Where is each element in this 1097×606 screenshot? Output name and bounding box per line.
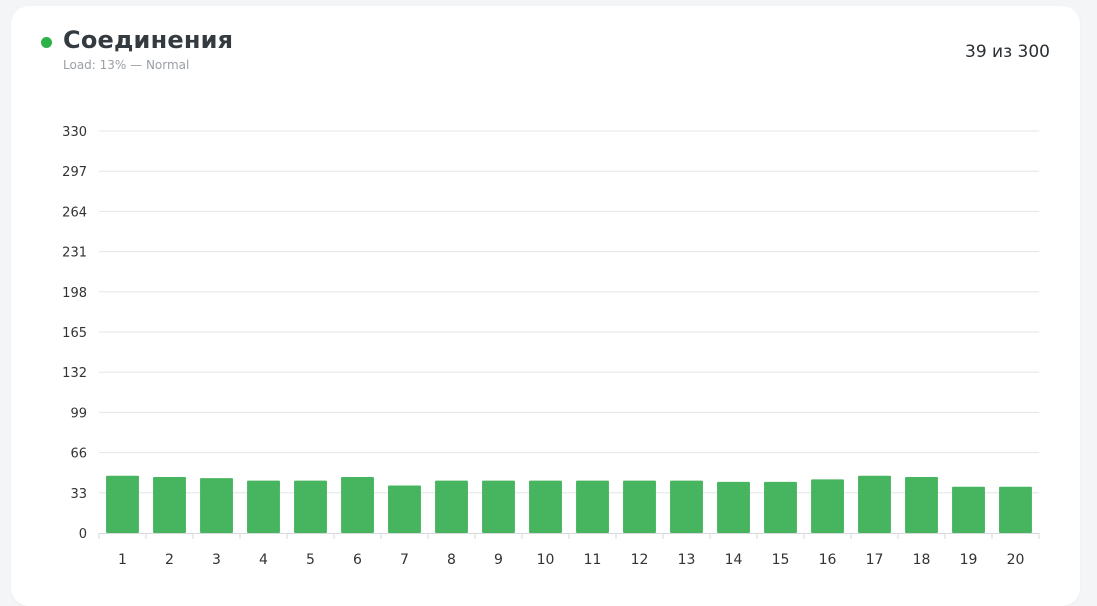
x-tick-label: 12 <box>631 552 649 568</box>
bar <box>999 486 1032 533</box>
x-tick-label: 20 <box>1007 552 1025 568</box>
bar <box>717 481 750 533</box>
bar <box>482 480 515 533</box>
bar <box>294 480 327 533</box>
bar <box>576 480 609 533</box>
bar <box>858 475 891 533</box>
x-tick-label: 2 <box>165 552 174 568</box>
x-tick-label: 6 <box>353 552 362 568</box>
x-tick-label: 18 <box>913 552 931 568</box>
x-tick-label: 10 <box>537 552 555 568</box>
bar <box>200 478 233 533</box>
x-tick-label: 9 <box>494 552 503 568</box>
x-tick-label: 13 <box>678 552 696 568</box>
bar <box>670 480 703 533</box>
y-tick-label: 66 <box>70 447 87 462</box>
x-tick-label: 5 <box>306 552 315 568</box>
bar <box>811 479 844 533</box>
x-tick-label: 15 <box>772 552 790 568</box>
x-tick-label: 3 <box>212 552 221 568</box>
bar <box>623 480 656 533</box>
x-tick-label: 14 <box>725 552 743 568</box>
y-tick-label: 231 <box>62 246 87 261</box>
x-tick-label: 16 <box>819 552 837 568</box>
bar <box>341 476 374 533</box>
y-tick-label: 297 <box>62 165 87 180</box>
bar <box>952 486 985 533</box>
bar <box>764 481 797 533</box>
bar <box>905 476 938 533</box>
x-tick-label: 8 <box>447 552 456 568</box>
bar <box>153 476 186 533</box>
y-tick-label: 99 <box>70 406 87 421</box>
y-tick-label: 0 <box>79 527 87 542</box>
x-tick-label: 4 <box>259 552 268 568</box>
x-tick-label: 11 <box>584 552 602 568</box>
bar <box>247 480 280 533</box>
bar <box>529 480 562 533</box>
x-tick-label: 1 <box>118 552 127 568</box>
x-tick-label: 17 <box>866 552 884 568</box>
y-tick-label: 165 <box>62 326 87 341</box>
bar <box>106 475 139 533</box>
y-tick-label: 330 <box>62 125 87 140</box>
bar <box>435 480 468 533</box>
y-tick-label: 132 <box>62 366 87 381</box>
x-tick-label: 19 <box>960 552 978 568</box>
y-tick-label: 198 <box>62 286 87 301</box>
x-tick-label: 7 <box>400 552 409 568</box>
y-tick-label: 264 <box>62 205 87 220</box>
connections-bar-chart: 03366991321651982312642973301 2 3 4 5 6 7 8 9 10 1… <box>62 125 1040 568</box>
y-tick-label: 33 <box>70 487 87 502</box>
connections-card: Соединения Load: 13% — Normal 39 из 300 … <box>11 6 1080 606</box>
bar <box>388 485 421 533</box>
